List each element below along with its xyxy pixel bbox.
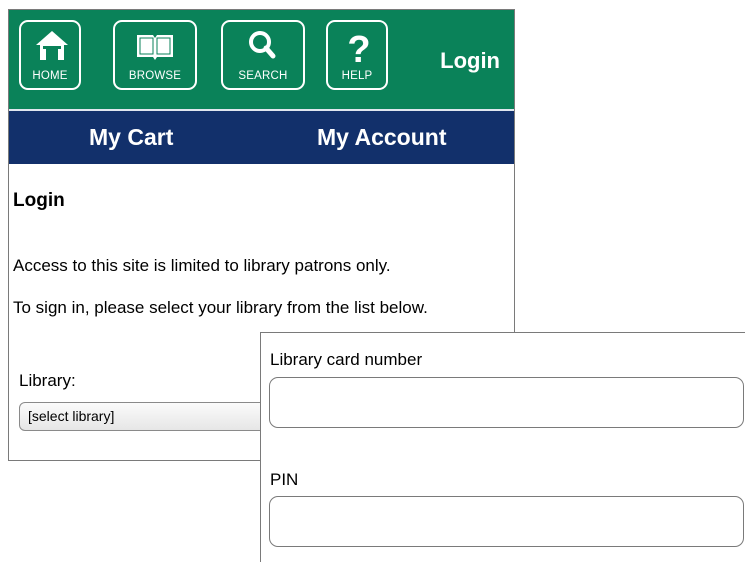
card-number-label: Library card number xyxy=(270,350,423,369)
credentials-panel: Library card number PIN xyxy=(260,332,745,562)
page-title: Login xyxy=(13,190,65,211)
help-button[interactable]: ? HELP xyxy=(326,20,388,90)
browse-label: BROWSE xyxy=(128,70,182,82)
help-label: HELP xyxy=(341,70,373,82)
home-icon xyxy=(21,26,79,66)
my-cart-link[interactable]: My Cart xyxy=(89,124,173,151)
search-label: SEARCH xyxy=(238,70,288,82)
library-label: Library: xyxy=(19,371,76,390)
search-button[interactable]: SEARCH xyxy=(221,20,305,90)
home-label: HOME xyxy=(32,70,68,82)
svg-text:?: ? xyxy=(347,29,370,66)
question-mark-icon: ? xyxy=(328,26,386,71)
browse-button[interactable]: BROWSE xyxy=(113,20,197,90)
secondary-nav-bar: My Cart My Account xyxy=(9,109,514,164)
home-button[interactable]: HOME xyxy=(19,20,81,90)
top-nav-bar: HOME BROWSE SEARCH ? HELP Login xyxy=(9,10,514,109)
pin-input[interactable] xyxy=(269,496,744,547)
pin-label: PIN xyxy=(270,470,299,489)
search-icon xyxy=(223,26,303,66)
my-account-link[interactable]: My Account xyxy=(317,124,447,151)
sign-in-instructions: To sign in, please select your library f… xyxy=(13,298,428,317)
access-notice: Access to this site is limited to librar… xyxy=(13,256,391,275)
book-icon xyxy=(115,26,195,66)
card-number-input[interactable] xyxy=(269,377,744,428)
login-link[interactable]: Login xyxy=(440,48,500,74)
